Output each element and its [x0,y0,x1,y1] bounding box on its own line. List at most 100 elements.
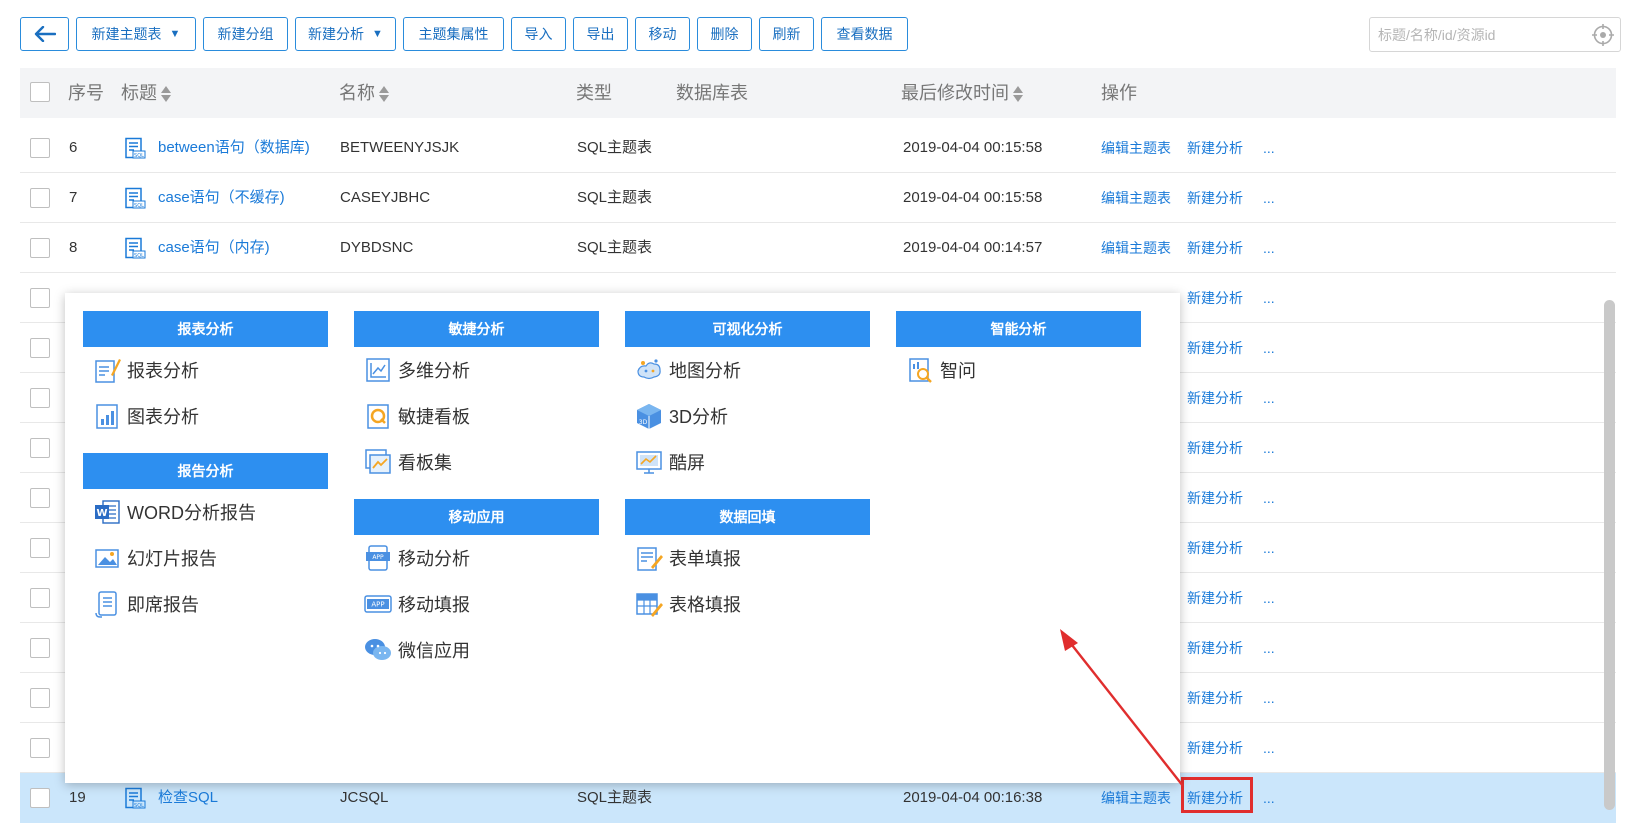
table-row[interactable]: 6 SQL between语句（数据库) BETWEENYJSJK SQL主题表… [20,123,1616,173]
row-more-link[interactable]: ... [1263,373,1275,423]
row-title[interactable]: SQL case语句（不缓存) [124,173,285,223]
row-checkbox[interactable] [30,538,50,558]
row-more-link[interactable]: ... [1263,623,1275,673]
row-checkbox[interactable] [30,288,50,308]
search-input[interactable] [1370,18,1580,51]
row-more-link[interactable]: ... [1263,673,1275,723]
row-checkbox[interactable] [30,738,50,758]
menu-item-label: 酷屏 [669,453,705,473]
new-analysis-button[interactable]: 新建分析 ▼ [295,17,396,51]
row-edit-link[interactable]: 编辑主题表 [1101,123,1171,173]
row-new-analysis-link[interactable]: 新建分析 [1187,773,1243,823]
row-more-link[interactable]: ... [1263,523,1275,573]
menu-item-dashboard-set[interactable]: 看板集 [354,439,599,485]
row-title-text: between语句（数据库) [158,139,310,156]
menu-item-cool-screen[interactable]: 酷屏 [625,439,870,485]
import-button[interactable]: 导入 [511,17,566,51]
delete-button[interactable]: 删除 [697,17,752,51]
menu-item-report-analysis[interactable]: 报表分析 [83,347,328,393]
row-more-link[interactable]: ... [1263,773,1275,823]
menu-item-3d-analysis[interactable]: 3D 3D分析 [625,393,870,439]
row-checkbox[interactable] [30,688,50,708]
export-button[interactable]: 导出 [573,17,628,51]
row-new-analysis-link[interactable]: 新建分析 [1187,223,1243,273]
table-row[interactable]: 8 SQL case语句（内存) DYBDSNC SQL主题表 2019-04-… [20,223,1616,273]
row-more-link[interactable]: ... [1263,173,1275,223]
sort-icon[interactable] [379,85,389,103]
row-more-link[interactable]: ... [1263,423,1275,473]
refresh-button[interactable]: 刷新 [759,17,814,51]
row-checkbox[interactable] [30,638,50,658]
sort-icon[interactable] [1013,85,1023,103]
row-new-analysis-link[interactable]: 新建分析 [1187,523,1243,573]
row-checkbox[interactable] [30,438,50,458]
row-more-link[interactable]: ... [1263,573,1275,623]
search-box [1369,17,1621,52]
row-more-link[interactable]: ... [1263,473,1275,523]
row-checkbox[interactable] [30,788,50,808]
row-checkbox[interactable] [30,188,50,208]
row-new-analysis-link[interactable]: 新建分析 [1187,123,1243,173]
svg-text:W: W [96,508,107,519]
menu-item-mobile-analysis[interactable]: APP 移动分析 [354,535,599,581]
row-more-link[interactable]: ... [1263,723,1275,773]
row-more-link[interactable]: ... [1263,273,1275,323]
menu-item-chart-analysis[interactable]: 图表分析 [83,393,328,439]
row-new-analysis-link[interactable]: 新建分析 [1187,323,1243,373]
header-name[interactable]: 名称 [339,68,389,118]
row-more-link[interactable]: ... [1263,223,1275,273]
row-new-analysis-link[interactable]: 新建分析 [1187,423,1243,473]
row-checkbox[interactable] [30,138,50,158]
row-new-analysis-link[interactable]: 新建分析 [1187,623,1243,673]
row-edit-link[interactable]: 编辑主题表 [1101,223,1171,273]
menu-item-multidim-analysis[interactable]: 多维分析 [354,347,599,393]
menu-item-slide-report[interactable]: 幻灯片报告 [83,535,328,581]
row-more-link[interactable]: ... [1263,323,1275,373]
theme-set-props-button[interactable]: 主题集属性 [403,17,504,51]
header-modified[interactable]: 最后修改时间 [901,68,1023,118]
locate-icon[interactable] [1592,24,1614,46]
row-new-analysis-link[interactable]: 新建分析 [1187,273,1243,323]
row-modified: 2019-04-04 00:14:57 [903,239,1043,256]
menu-item-smart-ask[interactable]: 智问 [896,347,1141,393]
section-mobile: 移动应用 [354,499,599,535]
new-theme-table-button[interactable]: 新建主题表 ▼ [76,17,196,51]
menu-item-agile-dashboard[interactable]: 敏捷看板 [354,393,599,439]
move-button[interactable]: 移动 [635,17,690,51]
section-agile: 敏捷分析 [354,311,599,347]
table-row[interactable]: 7 SQL case语句（不缓存) CASEYJBHC SQL主题表 2019-… [20,173,1616,223]
menu-item-map-analysis[interactable]: 地图分析 [625,347,870,393]
row-title[interactable]: SQL case语句（内存) [124,223,270,273]
row-checkbox[interactable] [30,588,50,608]
row-checkbox[interactable] [30,388,50,408]
row-new-analysis-link[interactable]: 新建分析 [1187,473,1243,523]
sort-icon[interactable] [161,85,171,103]
row-new-analysis-link[interactable]: 新建分析 [1187,723,1243,773]
svg-text:SQL: SQL [134,203,144,209]
wechat-icon [365,639,391,660]
header-index: 序号 [68,83,104,103]
menu-item-adhoc-report[interactable]: 即席报告 [83,581,328,627]
new-group-button[interactable]: 新建分组 [203,17,288,51]
row-new-analysis-link[interactable]: 新建分析 [1187,373,1243,423]
row-edit-link[interactable]: 编辑主题表 [1101,173,1171,223]
row-checkbox[interactable] [30,488,50,508]
menu-item-wechat-app[interactable]: 微信应用 [354,627,599,673]
row-checkbox[interactable] [30,238,50,258]
vertical-scrollbar[interactable] [1604,300,1615,810]
row-new-analysis-link[interactable]: 新建分析 [1187,573,1243,623]
row-more-link[interactable]: ... [1263,123,1275,173]
header-title[interactable]: 标题 [121,68,171,118]
row-new-analysis-link[interactable]: 新建分析 [1187,173,1243,223]
menu-item-word-report[interactable]: W WORD分析报告 [83,489,328,535]
back-button[interactable] [20,17,69,51]
select-all-checkbox[interactable] [30,82,50,102]
section-report-doc: 报告分析 [83,453,328,489]
row-title[interactable]: SQL between语句（数据库) [124,123,310,173]
menu-item-form-fill[interactable]: 表单填报 [625,535,870,581]
row-checkbox[interactable] [30,338,50,358]
menu-item-grid-fill[interactable]: 表格填报 [625,581,870,627]
row-new-analysis-link[interactable]: 新建分析 [1187,673,1243,723]
view-data-button[interactable]: 查看数据 [821,17,908,51]
menu-item-mobile-fill[interactable]: APP 移动填报 [354,581,599,627]
